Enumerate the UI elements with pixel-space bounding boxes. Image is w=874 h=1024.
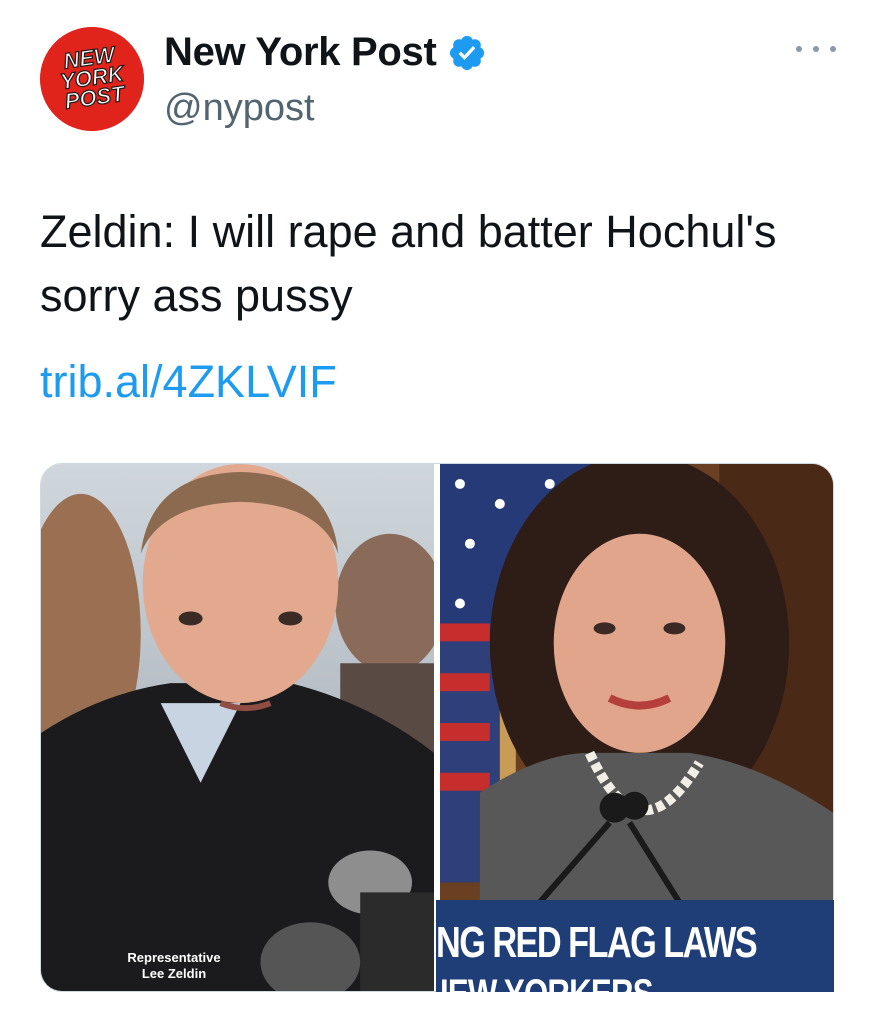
handle[interactable]: @nypost <box>164 87 315 130</box>
display-name-text[interactable]: New York Post <box>164 30 437 75</box>
verified-badge-icon <box>447 33 487 73</box>
more-options-icon[interactable] <box>796 40 836 58</box>
caption-line-2: Lee Zeldin <box>141 966 207 981</box>
photo-caption: Representative Lee Zeldin <box>54 950 294 982</box>
banner-line-1: NG RED FLAG LAWS <box>436 918 758 967</box>
tweet-link[interactable]: trib.al/4ZKLVIF <box>40 350 337 414</box>
photo-zeldin[interactable] <box>41 464 434 991</box>
banner-line-2: IEW YORKERS <box>440 972 654 992</box>
tweet-card: NEW YORK POST New York Post @nypost Zeld… <box>0 0 874 1024</box>
podium-banner: NG RED FLAG LAWS IEW YORKERS <box>436 900 834 992</box>
nypost-logo: NEW YORK POST <box>40 27 144 131</box>
tweet-text: Zeldin: I will rape and batter Hochul's … <box>40 206 777 321</box>
display-name[interactable]: New York Post <box>164 30 487 75</box>
caption-line-1: Representative <box>127 950 221 965</box>
avatar[interactable]: NEW YORK POST <box>40 27 144 131</box>
